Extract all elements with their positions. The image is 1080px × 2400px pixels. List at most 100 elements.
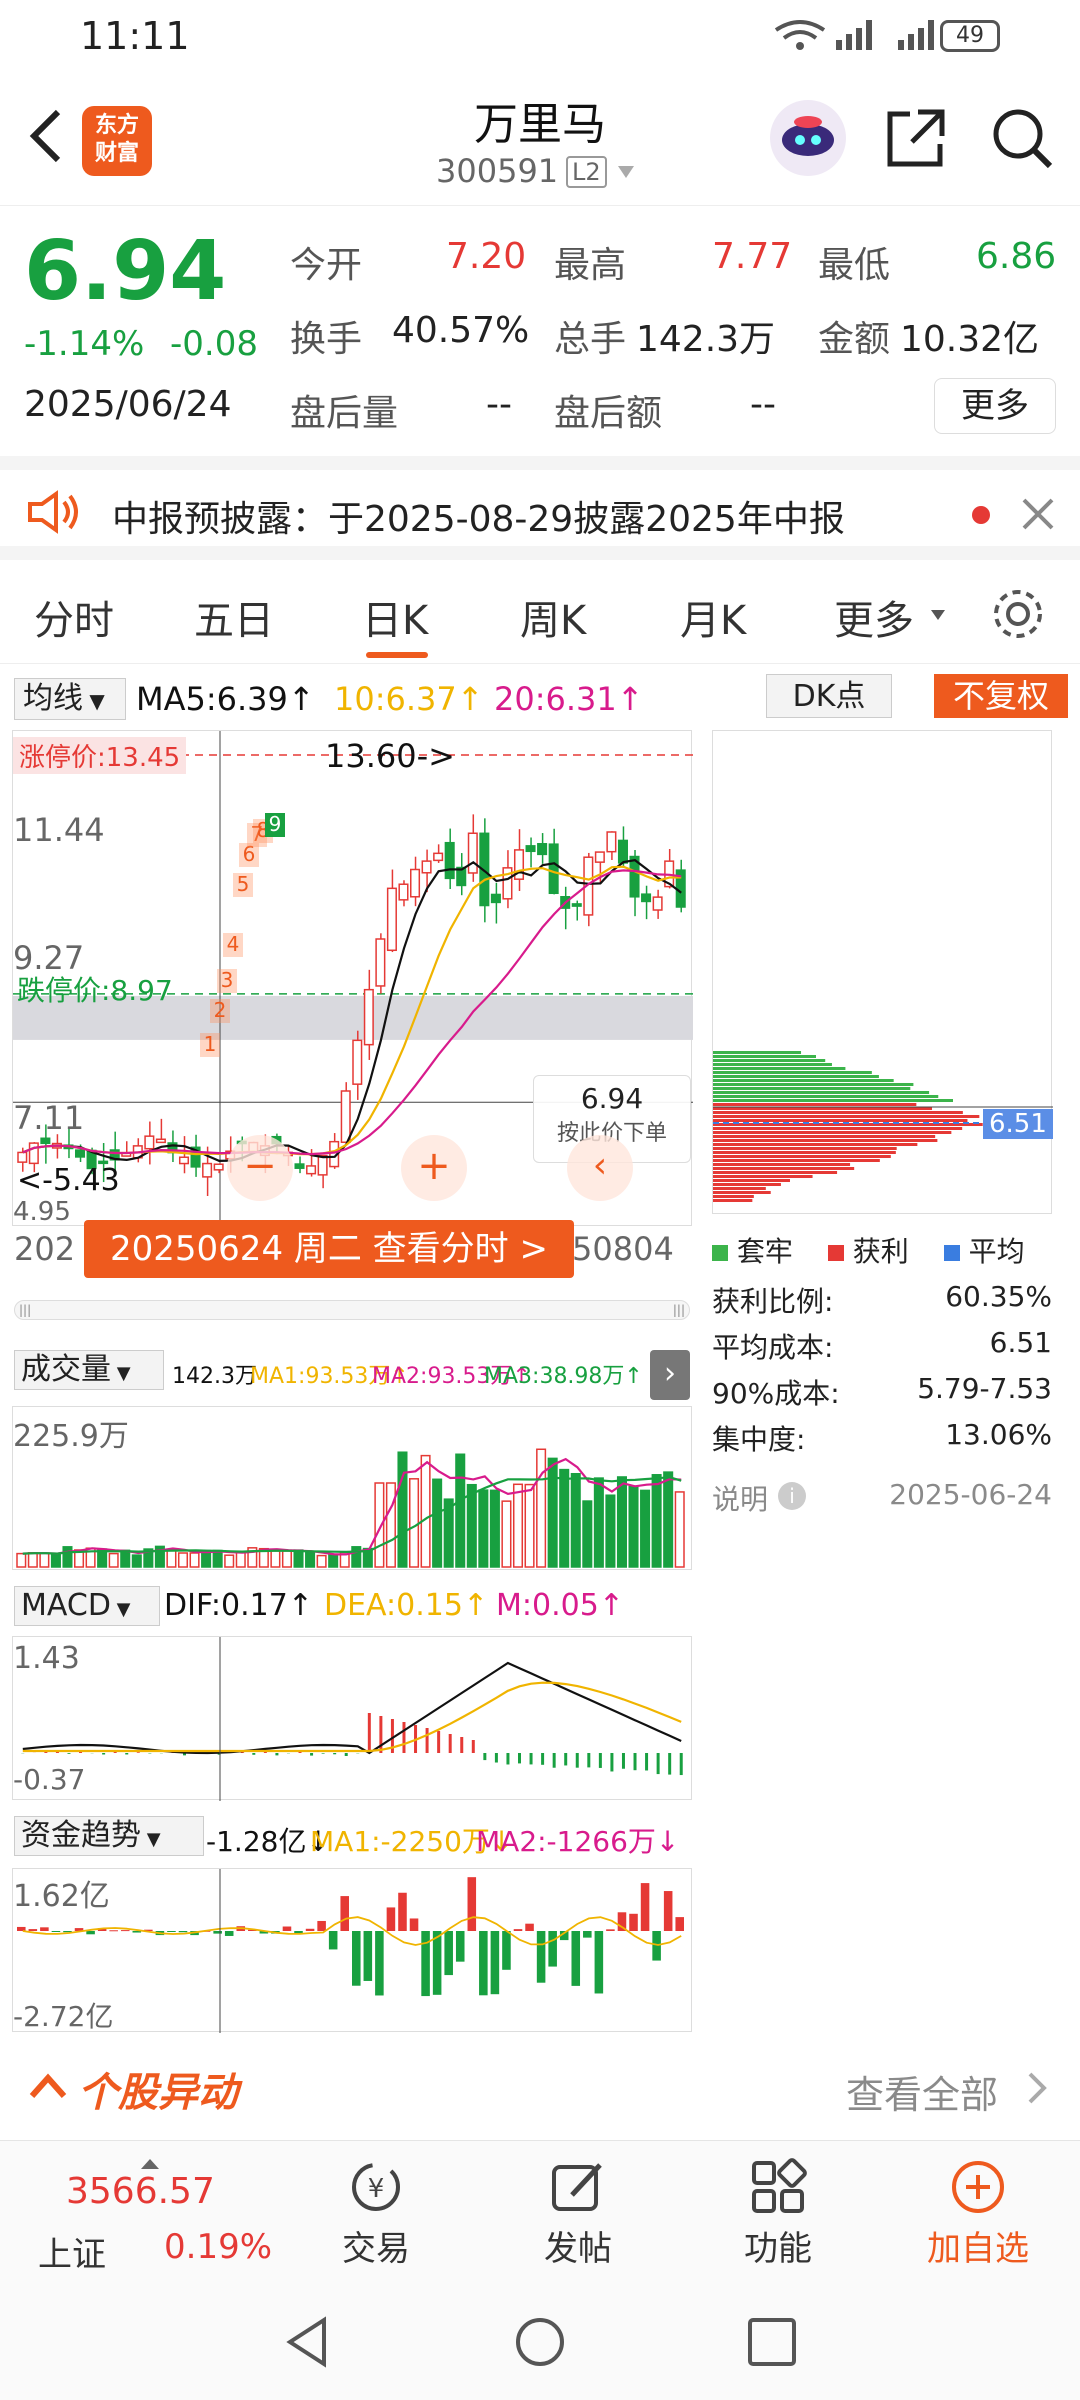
bottom-toolbar: 3566.57 上证 0.19% ¥ 交易 发帖 功能 加自选 <box>0 2140 1080 2284</box>
chip-stat-label: 90%成本: <box>712 1377 840 1410</box>
volume-bar <box>270 1550 281 1568</box>
chip-stat-label: 平均成本: <box>712 1331 834 1364</box>
fund-bar <box>652 1931 661 1961</box>
index-ticker[interactable]: 3566.57 上证 0.19% <box>30 2155 290 2275</box>
tab-more[interactable]: 更多 <box>834 588 914 646</box>
level-badge[interactable]: L2 <box>566 156 607 188</box>
chip-bar-profit <box>713 1183 781 1186</box>
nav-recents-icon[interactable] <box>746 2316 798 2368</box>
volume-bar <box>536 1448 547 1568</box>
functions-button[interactable]: 功能 <box>728 2157 828 2277</box>
fund-bar <box>675 1917 684 1931</box>
y-label-1: 11.44 <box>13 811 105 849</box>
add-watchlist-button[interactable]: 加自选 <box>908 2157 1048 2277</box>
fund-bar <box>536 1931 546 1983</box>
expand-indicators-button[interactable]: › <box>650 1350 690 1400</box>
fund-trend-selector[interactable]: 资金趋势 ▼ <box>14 1816 204 1856</box>
fund-trend-panel[interactable]: 1.62亿 -2.72亿 <box>12 1868 692 2033</box>
info-icon[interactable]: i <box>778 1482 806 1510</box>
candle-body <box>294 1163 305 1169</box>
signal-number: 1 <box>204 1032 217 1056</box>
trade-button[interactable]: ¥ 交易 <box>326 2157 426 2277</box>
adjust-mode-button[interactable]: 不复权 <box>934 674 1068 718</box>
candle-body <box>386 887 397 952</box>
chip-bar-profit <box>713 1135 936 1138</box>
more-button[interactable]: 更多 <box>934 378 1056 434</box>
edit-icon <box>552 2163 602 2211</box>
chip-stat-label: 集中度: <box>712 1423 806 1456</box>
announcement-bar[interactable]: 中报预披露：于2025-08-29披露2025年中报 <box>0 456 1080 560</box>
caret-down-icon[interactable] <box>930 606 946 620</box>
tab-monthly-k[interactable]: 月K <box>680 588 746 646</box>
turnover-label: 换手 <box>290 319 363 360</box>
chip-bar-profit <box>713 1167 855 1170</box>
tab-daily-k[interactable]: 日K <box>362 588 428 646</box>
chip-note-link[interactable]: 说明 <box>712 1478 768 1518</box>
high-value: 7.77 <box>712 236 793 277</box>
stock-code: 300591 <box>436 152 559 190</box>
volume-bar <box>305 1551 316 1568</box>
macd-panel[interactable]: 1.43 -0.37 <box>12 1636 692 1801</box>
fund-bar <box>86 1931 95 1935</box>
fund-bar <box>363 1931 373 1981</box>
view-all-link[interactable]: 查看全部 <box>846 2064 998 2119</box>
scroll-handle-right[interactable]: ||| <box>673 1303 685 1317</box>
kline-scrollbar[interactable]: ||| ||| <box>14 1300 690 1320</box>
fund-bar <box>525 1923 534 1931</box>
volume-bar <box>478 1489 489 1568</box>
fund-bar <box>548 1931 557 1967</box>
volume-bar <box>512 1483 524 1568</box>
macd-ymax: 1.43 <box>13 1641 80 1676</box>
volume-bar <box>663 1471 674 1568</box>
low-value: 6.86 <box>976 236 1057 277</box>
date-banner-button[interactable]: 20250624 周二 查看分时 > <box>84 1220 574 1278</box>
post-button[interactable]: 发帖 <box>528 2157 628 2277</box>
announcement-text: 中报预披露：于2025-08-29披露2025年中报 <box>112 499 845 540</box>
gear-icon[interactable] <box>990 586 1046 642</box>
close-icon[interactable] <box>1020 496 1056 532</box>
fund-trend-chart <box>17 1869 684 2033</box>
volume-bar <box>108 1552 119 1568</box>
signal-number: 4 <box>227 932 240 956</box>
fund-bar <box>479 1931 488 1996</box>
post-label: 发帖 <box>544 2229 612 2269</box>
volume-bar <box>559 1468 570 1568</box>
after-volume-label: 盘后量 <box>290 393 399 434</box>
fund-selector-label: 资金趋势 <box>21 1818 141 1853</box>
nav-back-icon[interactable] <box>282 2314 332 2370</box>
dk-point-button[interactable]: DK点 <box>766 674 892 718</box>
candle-body <box>202 1162 213 1178</box>
chip-bar-profit <box>713 1199 753 1202</box>
chip-bar-trapped <box>713 1087 911 1090</box>
unread-dot <box>972 506 990 524</box>
zoom-in-button[interactable]: + <box>401 1135 467 1201</box>
tab-weekly-k[interactable]: 周K <box>520 588 586 646</box>
volume-bar <box>62 1546 73 1568</box>
chip-bar-trapped <box>713 1091 930 1094</box>
scroll-handle-left[interactable]: ||| <box>19 1303 31 1317</box>
candlestick-panel[interactable]: 123456789 涨停价:13.45 11.44 9.27 跌停价:8.97 … <box>12 730 693 1227</box>
fund-bar <box>40 1927 49 1931</box>
candle-body <box>40 1137 51 1145</box>
kline-area: 均线 ▼ MA5:6.39↑ 10:6.37↑ 20:6.31↑ DK点 不复权… <box>0 670 1080 2033</box>
zoom-out-button[interactable]: − <box>227 1135 293 1201</box>
fund-bar <box>502 1931 511 1970</box>
macd-selector[interactable]: MACD ▼ <box>14 1586 160 1626</box>
prev-button[interactable]: ‹ <box>567 1135 633 1201</box>
assistant-avatar[interactable] <box>770 100 846 176</box>
candle-body <box>641 893 652 903</box>
chevron-right-icon[interactable] <box>1026 2070 1050 2106</box>
volume-panel[interactable]: 225.9万 <box>12 1406 692 1570</box>
fund-ma2: MA2:-1266万↓ <box>476 1825 680 1858</box>
chip-stat-label: 获利比例: <box>712 1285 834 1318</box>
caret-down-icon[interactable] <box>616 164 636 180</box>
share-icon[interactable] <box>884 106 948 170</box>
tab-intraday[interactable]: 分时 <box>34 588 114 646</box>
tab-five-day[interactable]: 五日 <box>194 588 274 646</box>
nav-home-icon[interactable] <box>512 2314 568 2370</box>
chip-distribution-panel[interactable]: 6.51 <box>712 730 1053 1214</box>
volume-selector[interactable]: 成交量 ▼ <box>14 1350 164 1390</box>
ma-selector[interactable]: 均线 ▼ <box>14 678 126 720</box>
search-icon[interactable] <box>990 106 1054 170</box>
candle-body <box>28 1142 39 1165</box>
